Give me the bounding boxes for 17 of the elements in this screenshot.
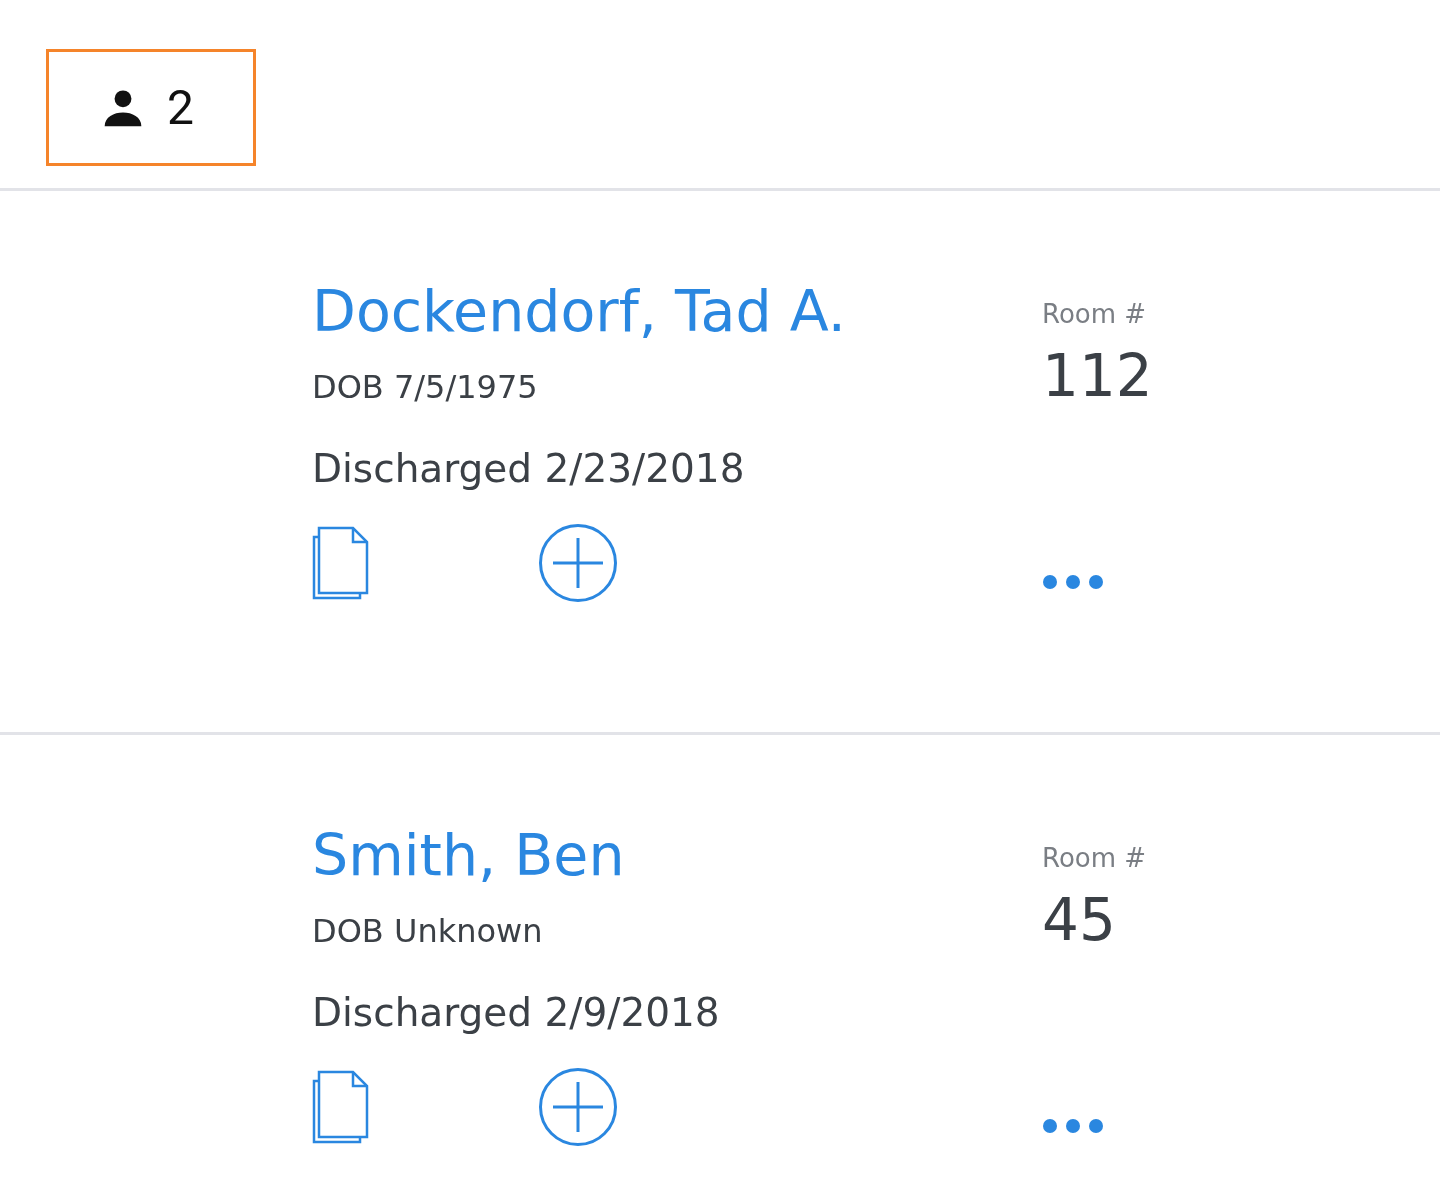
room-label: Room # bbox=[1042, 842, 1148, 875]
discharge-date: Discharged 2/23/2018 bbox=[312, 445, 746, 493]
date-of-birth: DOB 7/5/1975 bbox=[312, 367, 539, 407]
add-circle-icon[interactable] bbox=[538, 523, 618, 603]
room-number: 45 bbox=[1042, 885, 1117, 955]
documents-icon[interactable] bbox=[312, 526, 370, 600]
patient-name-link[interactable]: Smith, Ben bbox=[312, 819, 1042, 891]
patient-name-link[interactable]: Dockendorf, Tad A. bbox=[312, 275, 1042, 347]
documents-icon[interactable] bbox=[312, 1070, 370, 1144]
patient-count-badge[interactable]: 2 bbox=[46, 49, 256, 166]
room-label: Room # bbox=[1042, 298, 1148, 331]
more-options-icon[interactable] bbox=[1042, 1118, 1104, 1134]
room-number: 112 bbox=[1042, 341, 1154, 411]
more-options-icon[interactable] bbox=[1042, 574, 1104, 590]
discharge-date: Discharged 2/9/2018 bbox=[312, 989, 721, 1037]
date-of-birth: DOB Unknown bbox=[312, 911, 544, 951]
add-circle-icon[interactable] bbox=[538, 1067, 618, 1147]
